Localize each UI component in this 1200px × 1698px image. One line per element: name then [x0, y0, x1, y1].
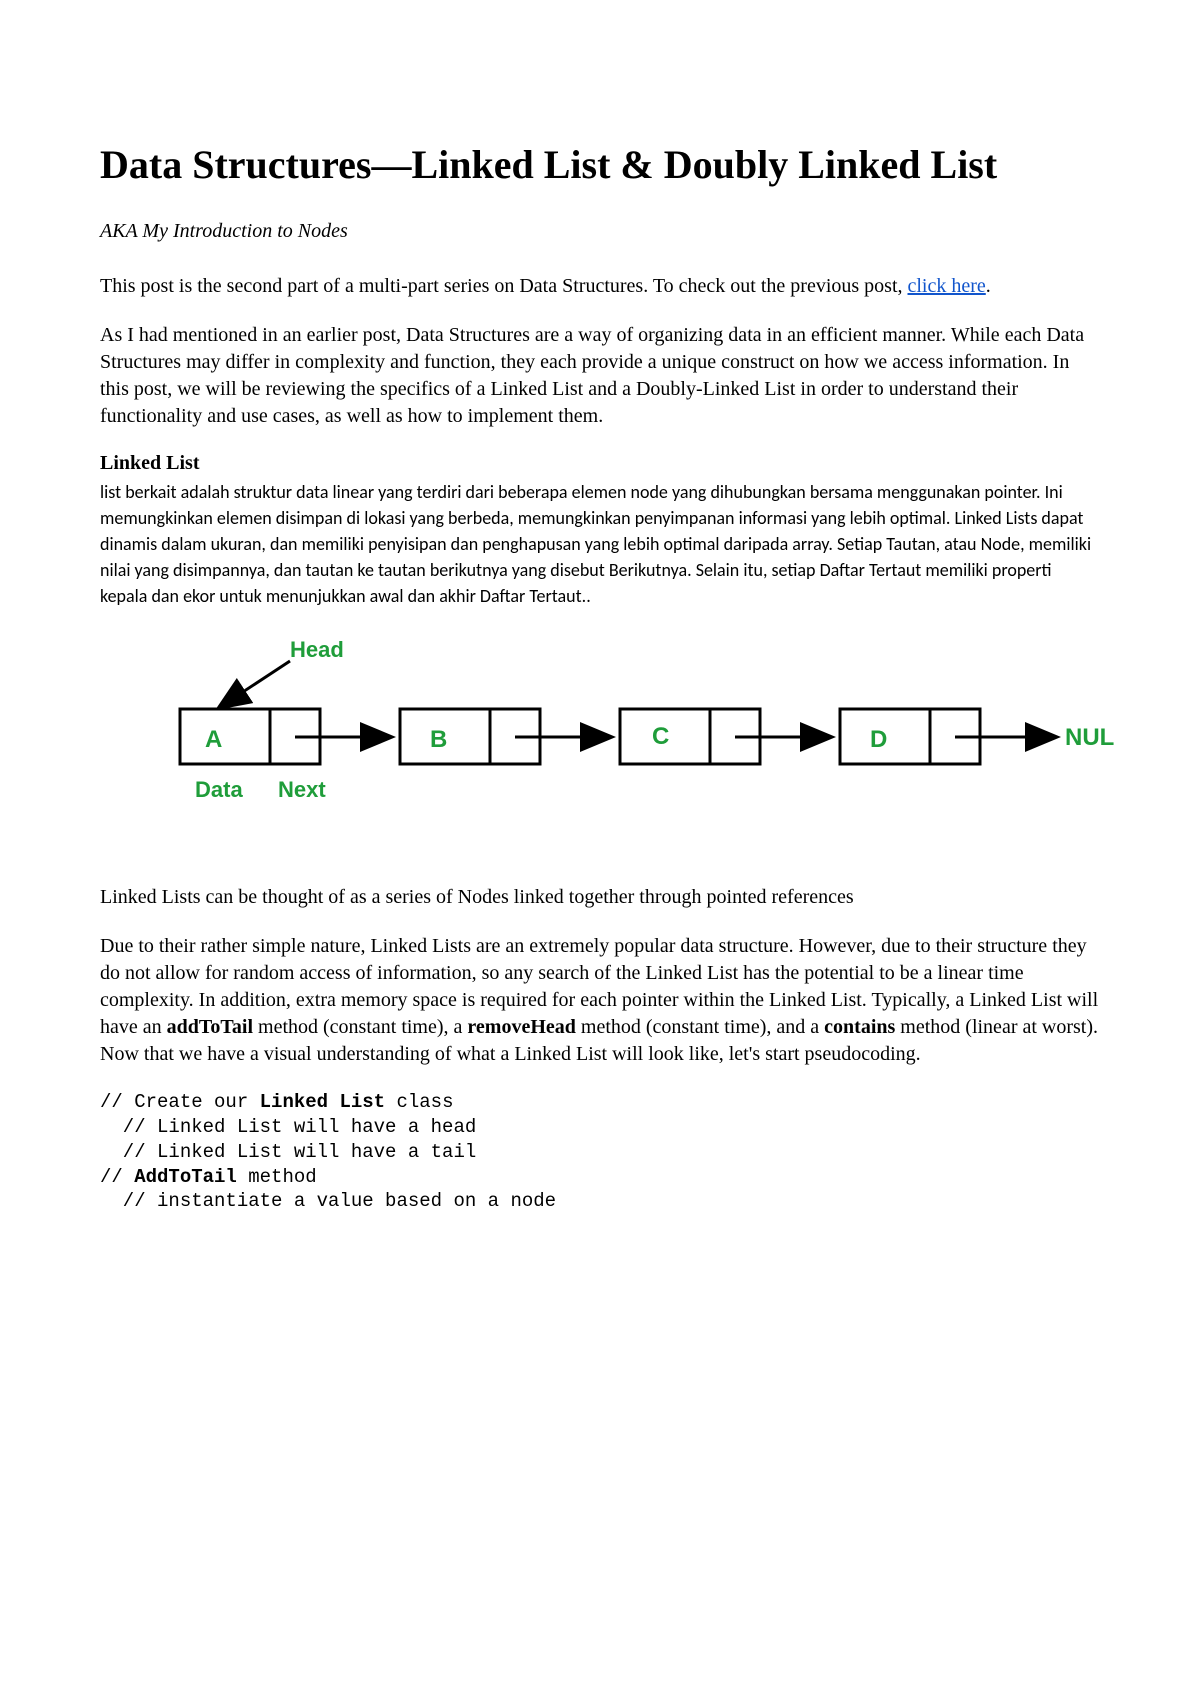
pseudocode-block: // Create our Linked List class // Linke… [100, 1090, 1100, 1213]
node-a-label: A [205, 726, 222, 753]
exp-c: method (constant time), and a [576, 1016, 824, 1038]
code-l2: // Linked List will have a head [100, 1116, 476, 1138]
intro-paragraph-2: As I had mentioned in an earlier post, D… [100, 322, 1100, 430]
click-here-link[interactable]: click here [908, 275, 986, 297]
null-label: NUL [1065, 724, 1114, 751]
node-d-label: D [870, 726, 887, 753]
node-b-label: B [430, 726, 447, 753]
code-l4a: // [100, 1166, 134, 1188]
linked-list-description: list berkait adalah struktur data linear… [100, 479, 1100, 609]
subtitle: AKA My Introduction to Nodes [100, 218, 1100, 245]
linked-list-heading: Linked List [100, 452, 1100, 475]
code-l5: // instantiate a value based on a node [100, 1190, 556, 1212]
intro-text-a: This post is the second part of a multi-… [100, 275, 908, 297]
head-arrow [220, 661, 290, 707]
page-title: Data Structures—Linked List & Doubly Lin… [100, 140, 1100, 190]
code-l1b: Linked List [260, 1091, 385, 1113]
contains-term: contains [824, 1016, 895, 1038]
next-label: Next [278, 777, 326, 802]
code-l4b: AddToTail [134, 1166, 237, 1188]
code-l4c: method [237, 1166, 317, 1188]
linked-list-diagram: Head A Data Next B C D NUL [100, 639, 1100, 844]
exp-b: method (constant time), a [253, 1016, 467, 1038]
diagram-caption: Linked Lists can be thought of as a seri… [100, 884, 1100, 911]
node-c-label: C [652, 723, 669, 750]
code-l1c: class [385, 1091, 453, 1113]
code-l3: // Linked List will have a tail [100, 1141, 476, 1163]
code-l1a: // Create our [100, 1091, 260, 1113]
removehead-term: removeHead [467, 1016, 576, 1038]
data-label: Data [195, 777, 243, 802]
addtotail-term: addToTail [167, 1016, 253, 1038]
intro-paragraph-1: This post is the second part of a multi-… [100, 273, 1100, 300]
explanation-paragraph: Due to their rather simple nature, Linke… [100, 933, 1100, 1068]
intro-text-b: . [986, 275, 991, 297]
head-label: Head [290, 637, 344, 662]
